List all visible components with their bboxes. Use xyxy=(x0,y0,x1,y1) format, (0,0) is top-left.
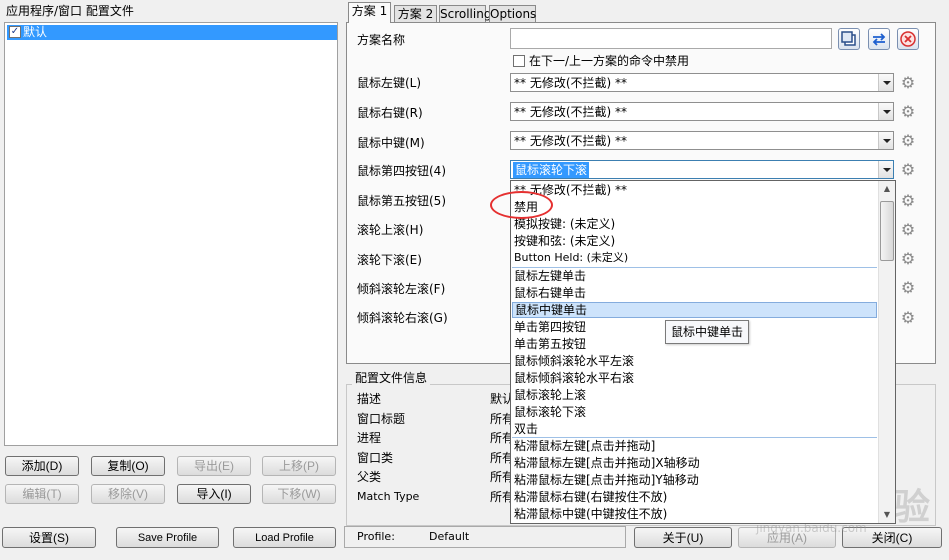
left-button-label: 鼠标左键(L) xyxy=(357,76,422,90)
tab-options[interactable]: Options xyxy=(489,5,536,23)
add-button[interactable]: 添加(D) xyxy=(5,456,79,476)
info-label-description: 描述 xyxy=(357,392,382,406)
scroll-down-icon[interactable]: ▼ xyxy=(879,507,895,523)
scheme-name-label: 方案名称 xyxy=(357,33,406,47)
dropdown-option[interactable]: 鼠标左键单击 xyxy=(514,268,586,284)
copy-icon xyxy=(841,31,856,46)
profile-status: Profile: Default xyxy=(344,526,626,548)
profile-list[interactable]: ✓ 默认 xyxy=(4,22,338,446)
disable-checkbox[interactable] xyxy=(513,55,525,67)
info-label-match-type: Match Type xyxy=(357,490,420,503)
dropdown-option[interactable]: 双击 xyxy=(514,421,538,437)
profile-status-label: Profile: xyxy=(357,530,395,543)
fifth-button-label: 鼠标第五按钮(5) xyxy=(357,194,446,208)
middle-button-label: 鼠标中键(M) xyxy=(357,136,425,150)
clear-scheme-button[interactable] xyxy=(897,28,919,50)
import-button[interactable]: 导入(I) xyxy=(177,484,251,504)
info-label-window-class: 窗口类 xyxy=(357,451,394,465)
info-label-process: 进程 xyxy=(357,431,382,445)
gear-icon[interactable]: ⚙ xyxy=(898,278,918,298)
move-down-button[interactable]: 下移(W) xyxy=(262,484,336,504)
gear-icon[interactable]: ⚙ xyxy=(898,102,918,122)
list-item[interactable]: ✓ 默认 xyxy=(7,25,337,40)
tooltip: 鼠标中键单击 xyxy=(665,320,749,344)
annotation-circle xyxy=(490,191,553,219)
move-up-button[interactable]: 上移(P) xyxy=(262,456,336,476)
middle-button-select[interactable]: ** 无修改(不拦截) ** xyxy=(510,131,894,150)
dropdown-option[interactable]: 按键和弦: (未定义) xyxy=(514,233,615,249)
right-button-label: 鼠标右键(R) xyxy=(357,106,423,120)
dropdown-option[interactable]: 粘滞鼠标右键(右键按住不放) xyxy=(514,489,667,505)
dropdown-option[interactable]: 鼠标滚轮上滚 xyxy=(514,387,586,403)
dropdown-option[interactable]: 粘滞鼠标左键[点击并拖动] xyxy=(514,438,655,454)
dropdown-option[interactable]: Button Held: (未定义) xyxy=(514,250,628,266)
profiles-title: 应用程序/窗口 配置文件 xyxy=(6,4,134,18)
gear-icon[interactable]: ⚙ xyxy=(898,308,918,328)
list-item-label: 默认 xyxy=(23,25,48,39)
profile-info-title: 配置文件信息 xyxy=(352,371,431,385)
gear-icon[interactable]: ⚙ xyxy=(898,249,918,269)
load-profile-button[interactable]: Load Profile xyxy=(233,527,336,548)
copy-button[interactable]: 复制(O) xyxy=(91,456,165,476)
dropdown-option[interactable]: 粘滞鼠标左键[点击并拖动]X轴移动 xyxy=(514,455,700,471)
tilt-left-label: 倾斜滚轮左滚(F) xyxy=(357,282,446,296)
wheel-down-label: 滚轮下滚(E) xyxy=(357,253,422,267)
dropdown-list[interactable]: ** 无修改(不拦截) ** 禁用 模拟按键: (未定义) 按键和弦: (未定义… xyxy=(510,180,896,524)
scroll-up-icon[interactable]: ▲ xyxy=(879,181,895,197)
tab-scrolling[interactable]: Scrolling xyxy=(439,5,491,23)
chevron-down-icon[interactable] xyxy=(878,74,893,91)
settings-button[interactable]: 设置(S) xyxy=(2,527,96,548)
fourth-button-select[interactable]: 鼠标滚轮下滚 xyxy=(510,160,894,179)
scheme-name-input[interactable] xyxy=(510,28,832,49)
tilt-right-label: 倾斜滚轮右滚(G) xyxy=(357,311,448,325)
tab-scheme-1[interactable]: 方案 1 xyxy=(348,2,391,23)
close-icon xyxy=(900,31,916,47)
dropdown-option[interactable]: 单击第五按钮 xyxy=(514,336,586,352)
left-button-select[interactable]: ** 无修改(不拦截) ** xyxy=(510,73,894,92)
gear-icon[interactable]: ⚙ xyxy=(898,220,918,240)
save-profile-button[interactable]: Save Profile xyxy=(116,527,219,548)
right-button-select[interactable]: ** 无修改(不拦截) ** xyxy=(510,102,894,121)
swap-arrows-icon xyxy=(872,33,886,46)
export-button[interactable]: 导出(E) xyxy=(177,456,251,476)
profile-status-value: Default xyxy=(429,530,470,543)
gear-icon[interactable]: ⚙ xyxy=(898,131,918,151)
edit-button[interactable]: 编辑(T) xyxy=(5,484,79,504)
chevron-down-icon[interactable] xyxy=(878,161,893,178)
copy-scheme-button[interactable] xyxy=(838,28,860,50)
chevron-down-icon[interactable] xyxy=(878,132,893,149)
chevron-down-icon[interactable] xyxy=(878,103,893,120)
scrollbar-thumb[interactable] xyxy=(880,201,894,261)
swap-scheme-button[interactable] xyxy=(868,28,890,50)
wheel-up-label: 滚轮上滚(H) xyxy=(357,223,424,237)
dropdown-option[interactable]: 单击第四按钮 xyxy=(514,319,586,335)
gear-icon[interactable]: ⚙ xyxy=(898,73,918,93)
gear-icon[interactable]: ⚙ xyxy=(898,160,918,180)
gear-icon[interactable]: ⚙ xyxy=(898,191,918,211)
dropdown-option[interactable]: 粘滞鼠标左键[点击并拖动]Y轴移动 xyxy=(514,472,699,488)
info-label-window-title: 窗口标题 xyxy=(357,412,406,426)
disable-checkbox-label: 在下一/上一方案的命令中禁用 xyxy=(529,54,690,68)
dropdown-option[interactable]: 鼠标倾斜滚轮水平右滚 xyxy=(514,370,634,386)
remove-button[interactable]: 移除(V) xyxy=(91,484,165,504)
dropdown-option[interactable]: 鼠标滚轮下滚 xyxy=(514,404,586,420)
info-label-parent-class: 父类 xyxy=(357,470,382,484)
dropdown-option[interactable]: 粘滞鼠标中键(中键按住不放) xyxy=(514,506,667,522)
dropdown-option[interactable]: 鼠标右键单击 xyxy=(514,285,586,301)
dropdown-scrollbar[interactable]: ▲ ▼ xyxy=(878,181,895,523)
fourth-button-label: 鼠标第四按钮(4) xyxy=(357,164,446,178)
tab-scheme-2[interactable]: 方案 2 xyxy=(394,5,437,23)
check-icon[interactable]: ✓ xyxy=(9,26,21,38)
about-button[interactable]: 关于(U) xyxy=(634,527,732,548)
dropdown-option[interactable]: 鼠标倾斜滚轮水平左滚 xyxy=(514,353,634,369)
dropdown-option-highlighted[interactable]: 鼠标中键单击 xyxy=(512,302,877,318)
